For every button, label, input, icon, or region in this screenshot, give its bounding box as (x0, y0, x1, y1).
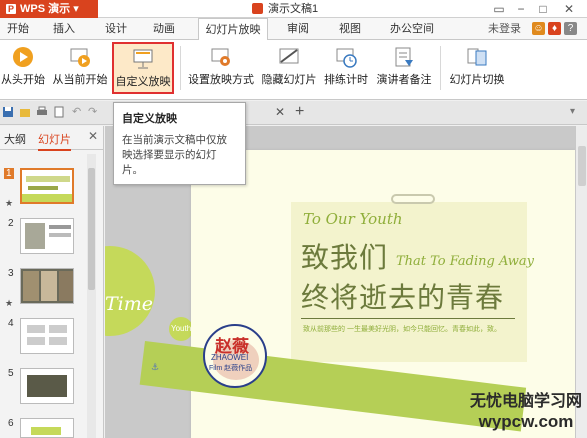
tab-outline[interactable]: 大纲 (4, 131, 26, 147)
slide-navigation-pane: 大纲 幻灯片 ✕ 1 ★ 2 3 ★ 4 5 6 (0, 126, 104, 438)
ribbon-separator (180, 46, 181, 90)
slide-thumbnail[interactable] (20, 218, 74, 254)
slide-number: 6 (8, 418, 14, 429)
title-underline (301, 318, 515, 319)
login-status[interactable]: 未登录 (488, 18, 521, 40)
close-window-button[interactable]: ✕ (558, 0, 580, 18)
card-hole-shape (391, 194, 435, 204)
redo-icon[interactable]: ↷ (88, 106, 100, 118)
save-icon[interactable] (2, 106, 14, 118)
custom-show-icon (133, 49, 153, 69)
print-preview-icon[interactable] (53, 106, 65, 118)
app-name: WPS 演示 (20, 3, 71, 15)
skin-icon[interactable]: ▭ (488, 0, 510, 18)
slide-transition-button[interactable]: 幻灯片切换 (446, 42, 508, 94)
slide-number: 4 (8, 318, 14, 329)
youth-text[interactable]: Youth (171, 324, 191, 333)
title-bar: P WPS 演示 ▾ 演示文稿1 ▭ − □ ✕ (0, 0, 587, 18)
menu-view[interactable]: 视图 (334, 18, 366, 40)
slide-thumbnail[interactable] (20, 268, 74, 304)
slide-number: 3 (8, 268, 14, 279)
time-text[interactable]: Time (105, 293, 153, 315)
watermark-line1: 无忧电脑学习网 (470, 393, 583, 410)
slide-number: 1 (4, 168, 14, 179)
document-tab-strip: ↶ ↷ ✕ + ▾ (0, 101, 587, 125)
time-circle-shape[interactable] (105, 246, 155, 336)
scrollbar-handle[interactable] (88, 168, 95, 290)
animation-star-icon: ★ (5, 198, 14, 208)
stamp-sub-text: Film 赵薇作品 (209, 365, 253, 372)
anchor-icon[interactable]: ⚓ (151, 362, 159, 373)
watermark-line2: wypcw.com (478, 412, 574, 431)
menu-slideshow[interactable]: 幻灯片放映 (198, 18, 268, 41)
wps-logo-icon: P (6, 4, 16, 14)
scrollbar-handle[interactable] (578, 146, 586, 186)
slide-thumbnail[interactable] (20, 318, 74, 354)
play-from-current-icon (70, 48, 90, 67)
ribbon-separator (440, 46, 441, 90)
close-pane-icon[interactable]: ✕ (88, 129, 98, 143)
tab-slides[interactable]: 幻灯片 (38, 131, 71, 151)
start-from-beginning-button[interactable]: 从头开始 (0, 42, 46, 94)
speaker-notes-icon (395, 47, 413, 67)
speaker-notes-button[interactable]: 演讲者备注 (374, 42, 434, 94)
slideshow-settings-icon (211, 48, 230, 66)
minimize-button[interactable]: − (510, 0, 532, 18)
slide-thumbnail[interactable] (20, 368, 74, 404)
wps-app-menu-button[interactable]: P WPS 演示 ▾ (0, 0, 98, 18)
slideshow-settings-button[interactable]: 设置放映方式 (186, 42, 256, 94)
close-tab-icon[interactable]: ✕ (275, 105, 285, 119)
play-circle-icon (13, 47, 33, 67)
slide-thumbnail[interactable] (20, 418, 74, 438)
hide-slide-icon (279, 48, 299, 64)
help-icon[interactable]: ? (564, 22, 577, 35)
tooltip-title: 自定义放映 (122, 113, 177, 125)
document-title-text: 演示文稿1 (268, 3, 319, 15)
site-watermark: 无忧电脑学习网 wypcw.com (470, 392, 582, 432)
slide-title-line1[interactable]: 致我们 (301, 236, 388, 276)
dropdown-arrow-icon: ▾ (73, 3, 79, 15)
slide-title-line2[interactable]: 终将逝去的青春 (301, 276, 504, 316)
slide-subtitle-english[interactable]: To Our Youth (303, 210, 403, 228)
menu-bar: 开始 插入 设计 动画 幻灯片放映 审阅 视图 办公空间 未登录 ☺ ♦ ? (0, 18, 587, 41)
slide-thumbnails: 1 ★ 2 3 ★ 4 5 6 (0, 152, 96, 438)
open-folder-icon[interactable] (19, 106, 31, 118)
thumbnail-scrollbar[interactable] (87, 154, 96, 438)
slide-subtitle-fading[interactable]: That To Fading Away (396, 254, 534, 269)
menu-insert[interactable]: 插入 (48, 18, 80, 40)
custom-show-tooltip: 自定义放映 在当前演示文稿中仅放映选择要显示的幻灯片。 (113, 102, 246, 185)
document-title: 演示文稿1 (252, 0, 318, 18)
tooltip-description: 在当前演示文稿中仅放映选择要显示的幻灯片。 (122, 134, 227, 176)
slide-number: 2 (8, 218, 14, 229)
start-from-current-button[interactable]: 从当前开始 (52, 42, 108, 94)
slide-thumbnail[interactable] (20, 168, 74, 204)
slide-number: 5 (8, 368, 14, 379)
slide-small-caption[interactable]: 致从前那些的 一生最美好光阴，如今只能回忆。青春如此，致。 (303, 324, 501, 334)
stamp-english-text: ZHAOWEI (211, 353, 249, 362)
user-icon[interactable]: ☺ (532, 22, 545, 35)
rehearse-timing-icon (336, 48, 357, 68)
tab-menu-icon[interactable]: ▾ (570, 106, 582, 118)
slide-transition-icon (467, 48, 487, 66)
pane-tabs: 大纲 幻灯片 ✕ (0, 126, 104, 151)
menu-home[interactable]: 开始 (2, 18, 34, 40)
menu-design[interactable]: 设计 (100, 18, 132, 40)
ribbon-toolbar: 从头开始 从当前开始 自定义放映 设置放映方式 隐藏幻灯片 排练计时 演讲者备注… (0, 40, 587, 100)
hide-slide-button[interactable]: 隐藏幻灯片 (260, 42, 318, 94)
presentation-file-icon (252, 3, 263, 14)
print-icon[interactable] (36, 106, 48, 118)
menu-review[interactable]: 审阅 (282, 18, 314, 40)
undo-icon[interactable]: ↶ (72, 106, 84, 118)
rehearse-timing-button[interactable]: 排练计时 (322, 42, 370, 94)
new-tab-icon[interactable]: + (295, 103, 304, 121)
animation-star-icon: ★ (5, 298, 14, 308)
custom-show-button[interactable]: 自定义放映 (112, 42, 174, 94)
menu-animation[interactable]: 动画 (148, 18, 180, 40)
maximize-button[interactable]: □ (532, 0, 554, 18)
shirt-icon[interactable]: ♦ (548, 22, 561, 35)
menu-office-space[interactable]: 办公空间 (384, 18, 440, 40)
